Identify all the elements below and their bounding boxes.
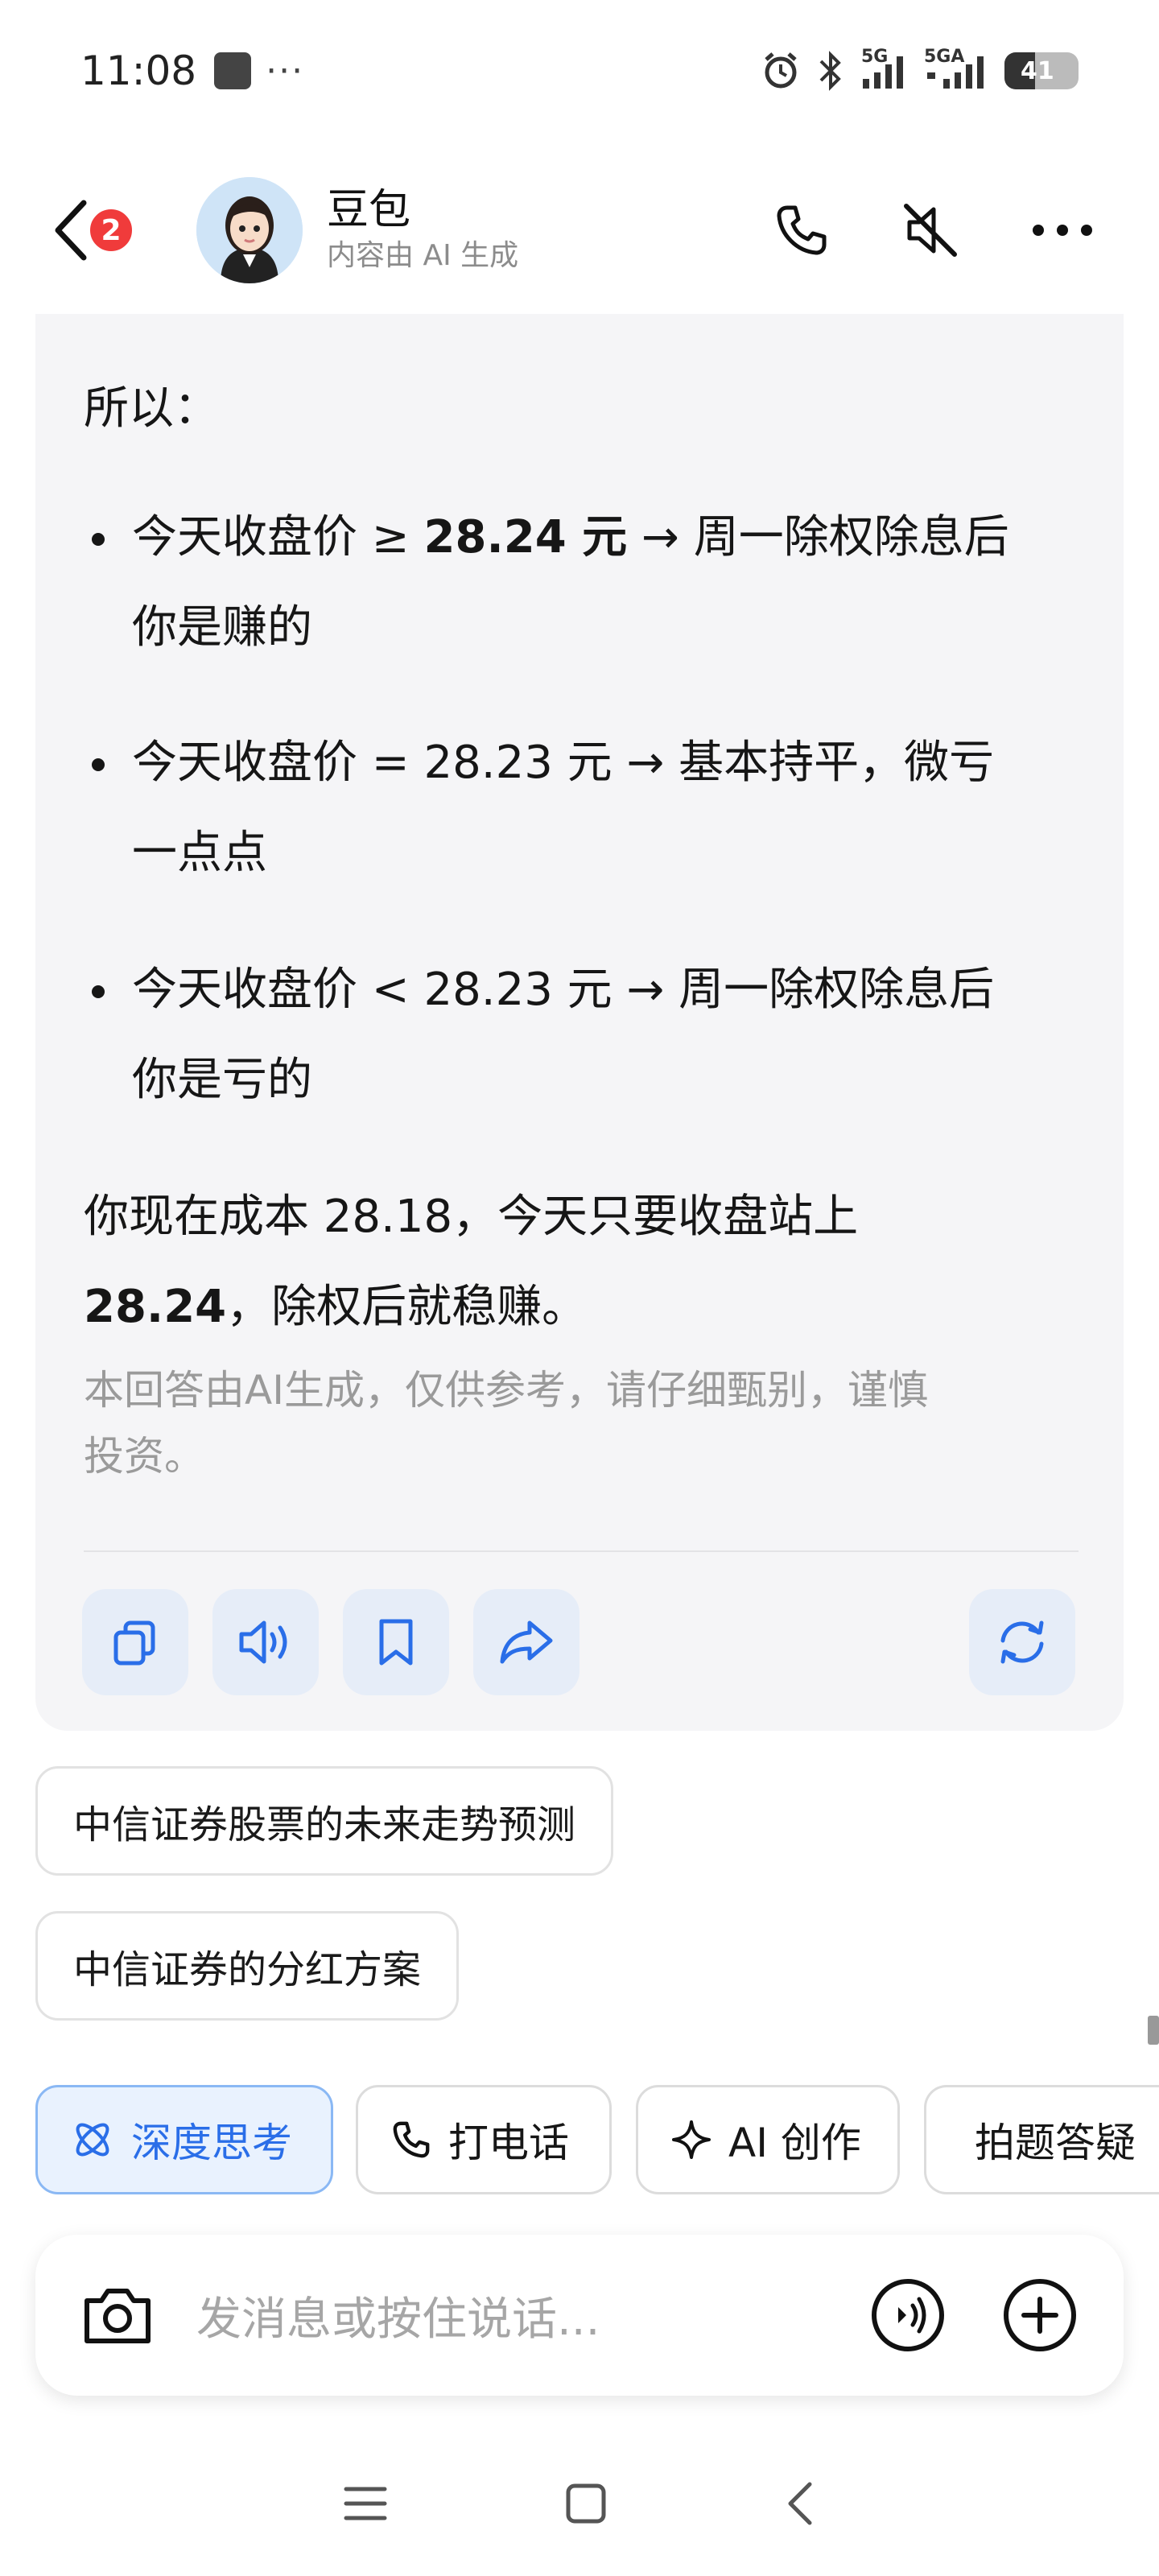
- media-notification-icon: [214, 52, 252, 89]
- camera-icon[interactable]: [80, 2283, 155, 2347]
- share-icon: [500, 1620, 553, 1664]
- back-arrow-icon: [55, 200, 87, 261]
- chip-photo-question-label: 拍题答疑: [975, 2120, 1136, 2166]
- status-time: 11:08: [80, 47, 197, 94]
- chip-deep-think-label: 深度思考: [131, 2120, 292, 2166]
- bullet-1-text-a: 今天收盘价 ≥: [132, 511, 424, 564]
- signal-2-bars-icon: [927, 56, 984, 89]
- bot-name: 豆包: [327, 186, 411, 234]
- signal-1: 5G: [860, 47, 911, 92]
- answer-bullet-2: 今天收盘价 = 28.23 元 → 基本持平，微亏 一点点: [84, 718, 1082, 898]
- alarm-icon: [765, 52, 797, 89]
- bullet-1-text-b: → 周一除权除息后: [627, 511, 1009, 564]
- message-input-bar: 发消息或按住说话...: [35, 2235, 1124, 2396]
- signal-1-bars-icon: [863, 56, 903, 89]
- mute-speaker-icon[interactable]: [901, 201, 959, 259]
- bot-avatar[interactable]: [196, 177, 303, 283]
- back-nav-icon[interactable]: [782, 2479, 818, 2528]
- sparkle-icon: [672, 2120, 711, 2159]
- chip-ai-create-label: AI 创作: [728, 2120, 861, 2166]
- suggestion-chip-2[interactable]: 中信证券的分红方案: [35, 1911, 460, 2021]
- status-more: ···: [266, 50, 305, 92]
- voice-input-icon[interactable]: [869, 2277, 947, 2354]
- card-divider: [84, 1550, 1079, 1552]
- ai-disclaimer: 本回答由AI生成，仅供参考，请仔细甄别，谨慎 投资。: [84, 1357, 1082, 1489]
- bullet-2-line1: 今天收盘价 = 28.23 元 → 基本持平，微亏: [132, 737, 995, 789]
- bot-title-block[interactable]: 豆包 内容由 AI 生成: [327, 184, 518, 276]
- scrollbar-thumb[interactable]: [1148, 2016, 1159, 2045]
- phone-call-icon[interactable]: [773, 201, 831, 259]
- unread-badge: 2: [87, 206, 135, 254]
- message-input[interactable]: 发消息或按住说话...: [196, 2283, 600, 2348]
- bookmark-button[interactable]: [343, 1589, 449, 1695]
- signal-2: 5GA: [924, 47, 992, 92]
- chip-photo-question[interactable]: 拍题答疑: [924, 2085, 1159, 2194]
- system-nav-bar: [0, 2447, 1159, 2560]
- suggestion-chip-1[interactable]: 中信证券股票的未来走势预测: [35, 1766, 614, 1876]
- conclusion-rest: ，除权后就稳赚。: [226, 1281, 588, 1333]
- battery-level: 41: [1021, 56, 1054, 85]
- ai-answer-card: 所以： 今天收盘价 ≥ 28.24 元 → 周一除权除息后 你是赚的 今天收盘价…: [35, 314, 1124, 1731]
- answer-bullet-1: 今天收盘价 ≥ 28.24 元 → 周一除权除息后 你是赚的: [84, 493, 1082, 673]
- bullet-3-line2: 你是亏的: [132, 1054, 312, 1106]
- chip-phone-label: 打电话: [448, 2120, 569, 2166]
- chip-phone[interactable]: 打电话: [356, 2085, 612, 2194]
- speaker-icon: [239, 1620, 287, 1664]
- battery-indicator: 41: [1004, 52, 1079, 89]
- bullet-2-line2: 一点点: [132, 827, 267, 879]
- more-options-icon[interactable]: [1030, 222, 1095, 238]
- bullet-3-line1: 今天收盘价 < 28.23 元 → 周一除权除息后: [132, 964, 995, 1016]
- answer-intro: 所以：: [84, 382, 219, 435]
- chip-deep-think[interactable]: 深度思考: [35, 2085, 333, 2194]
- bullet-1-line1: 今天收盘价 ≥ 28.24 元 → 周一除权除息后: [132, 493, 1082, 583]
- regenerate-button[interactable]: [969, 1589, 1075, 1695]
- header-actions: [773, 201, 1127, 259]
- answer-bullet-3: 今天收盘价 < 28.23 元 → 周一除权除息后 你是亏的: [84, 945, 1082, 1125]
- answer-conclusion: 你现在成本 28.18，今天只要收盘站上 28.24，除权后就稳赚。: [84, 1172, 1082, 1352]
- bullet-1-line2: 你是赚的: [132, 601, 312, 654]
- phone-icon: [393, 2121, 430, 2158]
- conclusion-bold: 28.24: [84, 1281, 227, 1333]
- bot-subtitle: 内容由 AI 生成: [327, 239, 519, 272]
- refresh-icon: [1000, 1620, 1044, 1664]
- bookmark-icon: [379, 1619, 413, 1666]
- copy-button[interactable]: [82, 1589, 188, 1695]
- bullet-1-text-bold: 28.24 元: [423, 511, 628, 564]
- chat-header: 2 豆包 内容由 AI 生成: [0, 158, 1159, 303]
- bluetooth-icon: [819, 51, 841, 91]
- home-icon[interactable]: [563, 2481, 608, 2526]
- copy-icon: [113, 1620, 155, 1666]
- add-icon[interactable]: [1001, 2277, 1079, 2354]
- read-aloud-button[interactable]: [212, 1589, 319, 1695]
- avatar-icon: [196, 177, 303, 283]
- menu-icon[interactable]: [341, 2483, 390, 2524]
- status-bar: 11:08 ··· 5G 5GA 41: [0, 0, 1159, 142]
- input-actions: [869, 2277, 1079, 2354]
- back-button[interactable]: 2: [52, 190, 135, 270]
- chip-ai-create[interactable]: AI 创作: [636, 2085, 900, 2194]
- status-indicators: 5G 5GA 41: [760, 47, 1079, 92]
- disclaimer-line2: 投资。: [84, 1433, 204, 1480]
- share-button[interactable]: [473, 1589, 580, 1695]
- conclusion-line1: 你现在成本 28.18，今天只要收盘站上: [84, 1191, 859, 1243]
- disclaimer-line1: 本回答由AI生成，仅供参考，请仔细甄别，谨慎: [84, 1367, 928, 1414]
- atom-icon: [76, 2123, 109, 2157]
- conclusion-line2: 28.24，除权后就稳赚。: [84, 1262, 1082, 1352]
